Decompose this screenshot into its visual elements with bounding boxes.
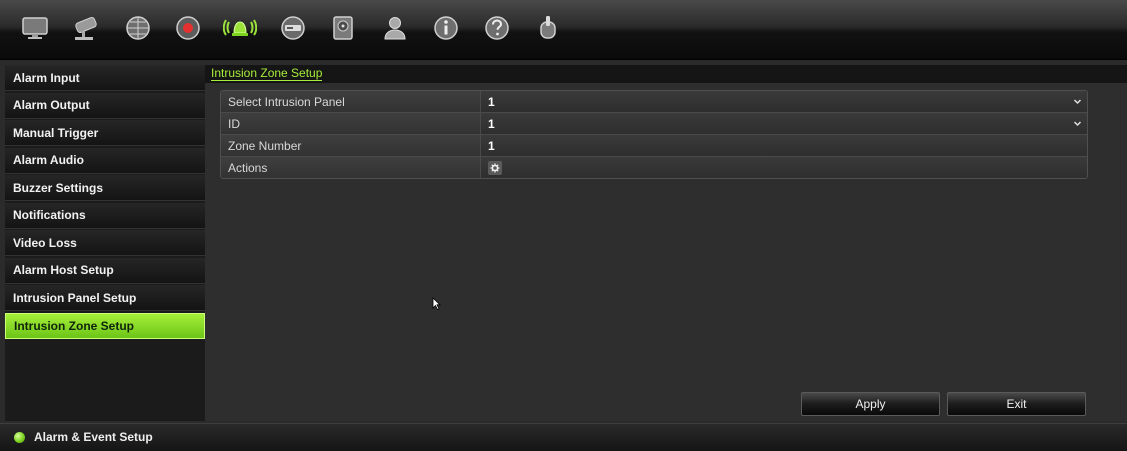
main-panel: Intrusion Zone Setup Select Intrusion Pa… [205,65,1127,421]
sidebar-item-alarm-host-setup[interactable]: Alarm Host Setup [5,257,205,284]
page-title-bar: Intrusion Zone Setup [205,65,1127,83]
device-icon[interactable] [275,10,311,46]
actions-cell [481,157,1087,178]
sidebar-item-intrusion-zone-setup[interactable]: Intrusion Zone Setup [5,312,205,339]
camera-icon[interactable] [68,10,104,46]
display-icon[interactable] [17,10,53,46]
form-row-zone-number: Zone Number 1 [221,135,1087,157]
sidebar-menu: Alarm Input Alarm Output Manual Trigger … [5,65,205,421]
settings-form: Select Intrusion Panel 1 ID 1 Zone Numbe… [220,90,1088,179]
form-label: Zone Number [221,135,481,156]
form-label: Select Intrusion Panel [221,91,481,112]
form-label: ID [221,113,481,134]
zone-number-text: 1 [488,138,495,153]
sidebar-item-intrusion-panel-setup[interactable]: Intrusion Panel Setup [5,285,205,311]
id-dropdown[interactable]: 1 [481,113,1087,134]
form-row-select-intrusion-panel: Select Intrusion Panel 1 [221,91,1087,113]
sidebar-item-manual-trigger[interactable]: Manual Trigger [5,120,205,146]
storage-icon[interactable] [325,10,361,46]
actions-gear-button[interactable] [488,160,502,175]
info-icon[interactable] [428,10,464,46]
zone-number-value: 1 [481,135,1087,156]
chevron-down-icon [1073,99,1082,105]
page-title[interactable]: Intrusion Zone Setup [211,67,323,81]
top-toolbar [0,0,1127,60]
gear-icon [490,163,500,172]
form-label: Actions [221,157,481,178]
app-window: Alarm Input Alarm Output Manual Trigger … [0,0,1127,451]
sidebar-item-alarm-input[interactable]: Alarm Input [5,65,205,91]
sidebar-item-buzzer-settings[interactable]: Buzzer Settings [5,175,205,201]
status-bar: Alarm & Event Setup [0,423,1127,451]
form-row-id: ID 1 [221,113,1087,135]
power-icon[interactable] [530,10,566,46]
sidebar-item-alarm-audio[interactable]: Alarm Audio [5,147,205,174]
network-icon[interactable] [120,10,156,46]
dropdown-value: 1 [488,116,495,131]
alarm-icon[interactable] [222,10,258,46]
record-icon[interactable] [170,10,206,46]
dropdown-value: 1 [488,94,495,109]
user-icon[interactable] [377,10,413,46]
sidebar-item-alarm-output[interactable]: Alarm Output [5,92,205,119]
help-icon[interactable] [479,10,515,46]
status-indicator-icon [14,432,25,443]
chevron-down-icon [1073,121,1082,127]
exit-button[interactable]: Exit [947,392,1086,416]
status-text: Alarm & Event Setup [34,430,153,444]
mouse-cursor-icon [432,297,441,311]
intrusion-panel-dropdown[interactable]: 1 [481,91,1087,112]
form-row-actions: Actions [221,157,1087,178]
sidebar-item-video-loss[interactable]: Video Loss [5,230,205,256]
sidebar-item-notifications[interactable]: Notifications [5,202,205,229]
apply-button[interactable]: Apply [801,392,940,416]
